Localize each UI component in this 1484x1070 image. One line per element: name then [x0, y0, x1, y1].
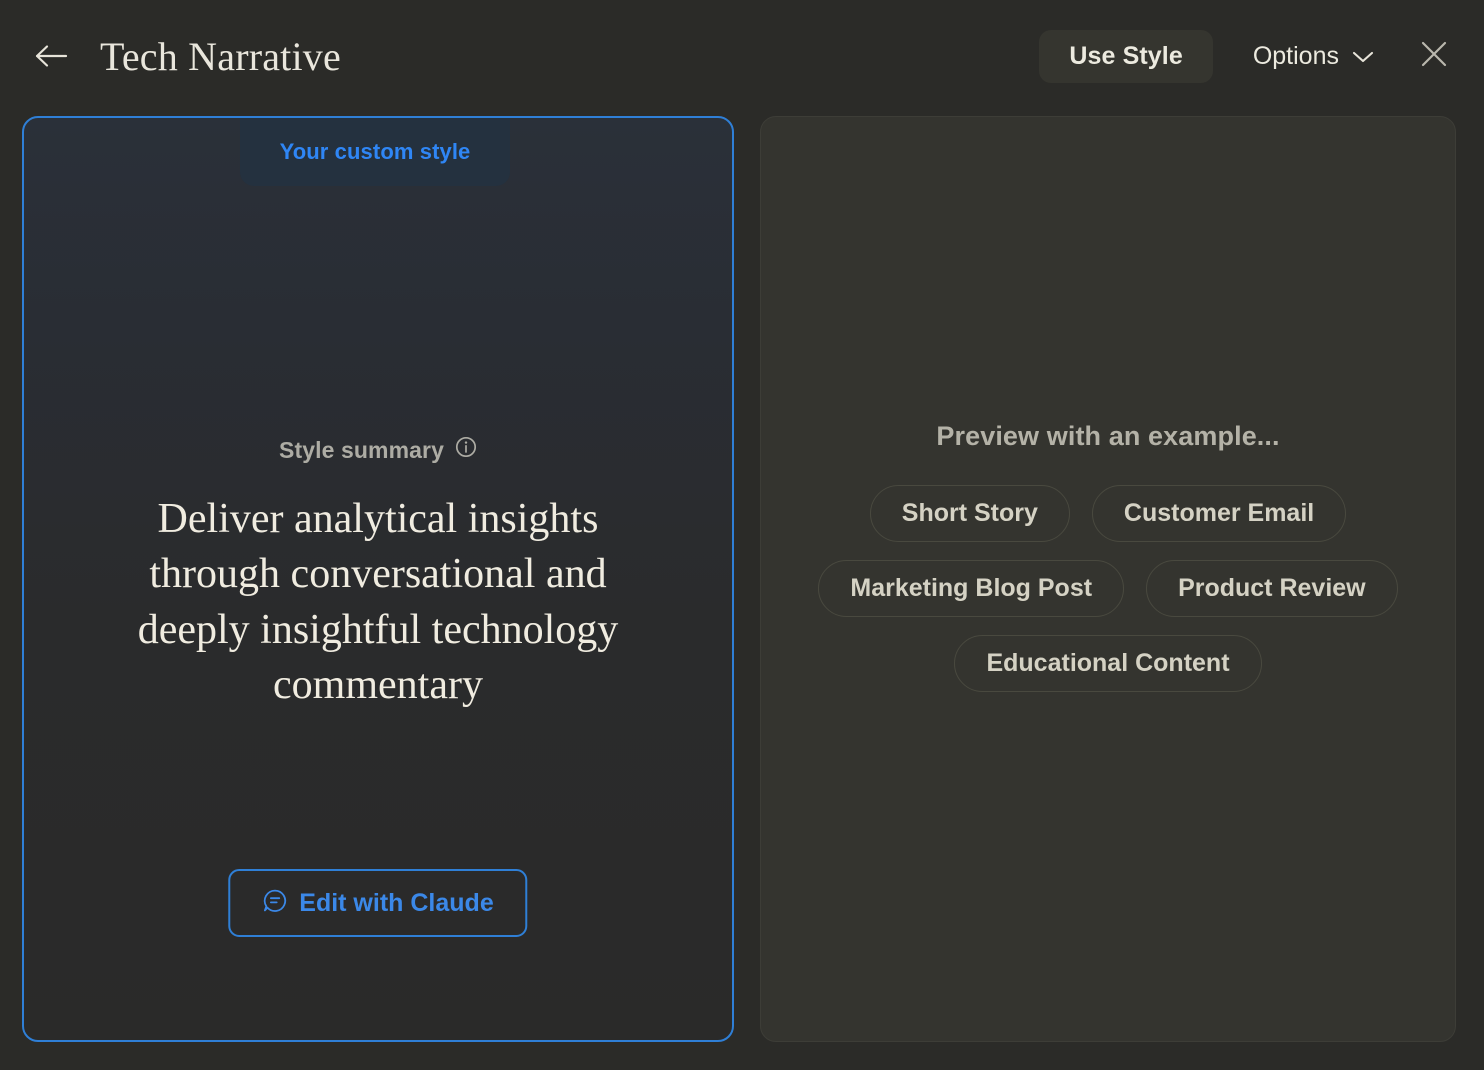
custom-style-card: Your custom style Style summary Deliver … — [22, 116, 734, 1042]
example-pill-product-review[interactable]: Product Review — [1146, 560, 1398, 617]
options-menu-button[interactable]: Options — [1249, 32, 1378, 81]
style-summary-block: Style summary Deliver analytical insight… — [24, 436, 732, 714]
arrow-left-icon — [34, 43, 68, 69]
close-icon — [1419, 39, 1449, 74]
info-icon[interactable] — [455, 436, 477, 464]
options-label: Options — [1252, 41, 1339, 70]
style-summary-label: Style summary — [279, 436, 444, 463]
preview-panel: Preview with an example... Short Story C… — [760, 116, 1456, 1042]
preview-title: Preview with an example... — [936, 421, 1280, 451]
example-pill-educational-content[interactable]: Educational Content — [954, 635, 1262, 692]
close-button[interactable] — [1412, 34, 1456, 78]
chat-bubble-icon — [262, 888, 287, 918]
page-title: Tech Narrative — [100, 33, 341, 79]
chevron-down-icon — [1352, 42, 1374, 71]
use-style-button[interactable]: Use Style — [1039, 29, 1213, 83]
style-summary-label-row: Style summary — [279, 436, 477, 464]
preview-content: Preview with an example... Short Story C… — [761, 421, 1455, 692]
custom-style-badge: Your custom style — [240, 118, 510, 186]
style-detail-screen: Tech Narrative Use Style Options Your cu… — [0, 0, 1484, 1070]
back-button[interactable] — [28, 33, 74, 79]
example-pill-marketing-blog-post[interactable]: Marketing Blog Post — [818, 560, 1125, 617]
example-pill-short-story[interactable]: Short Story — [869, 485, 1070, 542]
header-bar: Tech Narrative Use Style Options — [0, 0, 1484, 112]
example-pill-customer-email[interactable]: Customer Email — [1091, 485, 1347, 542]
edit-with-claude-button[interactable]: Edit with Claude — [228, 869, 528, 937]
example-pill-list: Short Story Customer Email Marketing Blo… — [788, 485, 1428, 692]
style-summary-text: Deliver analytical insights through conv… — [137, 496, 619, 709]
content-area: Your custom style Style summary Deliver … — [0, 112, 1484, 1070]
edit-with-claude-label: Edit with Claude — [299, 888, 494, 917]
